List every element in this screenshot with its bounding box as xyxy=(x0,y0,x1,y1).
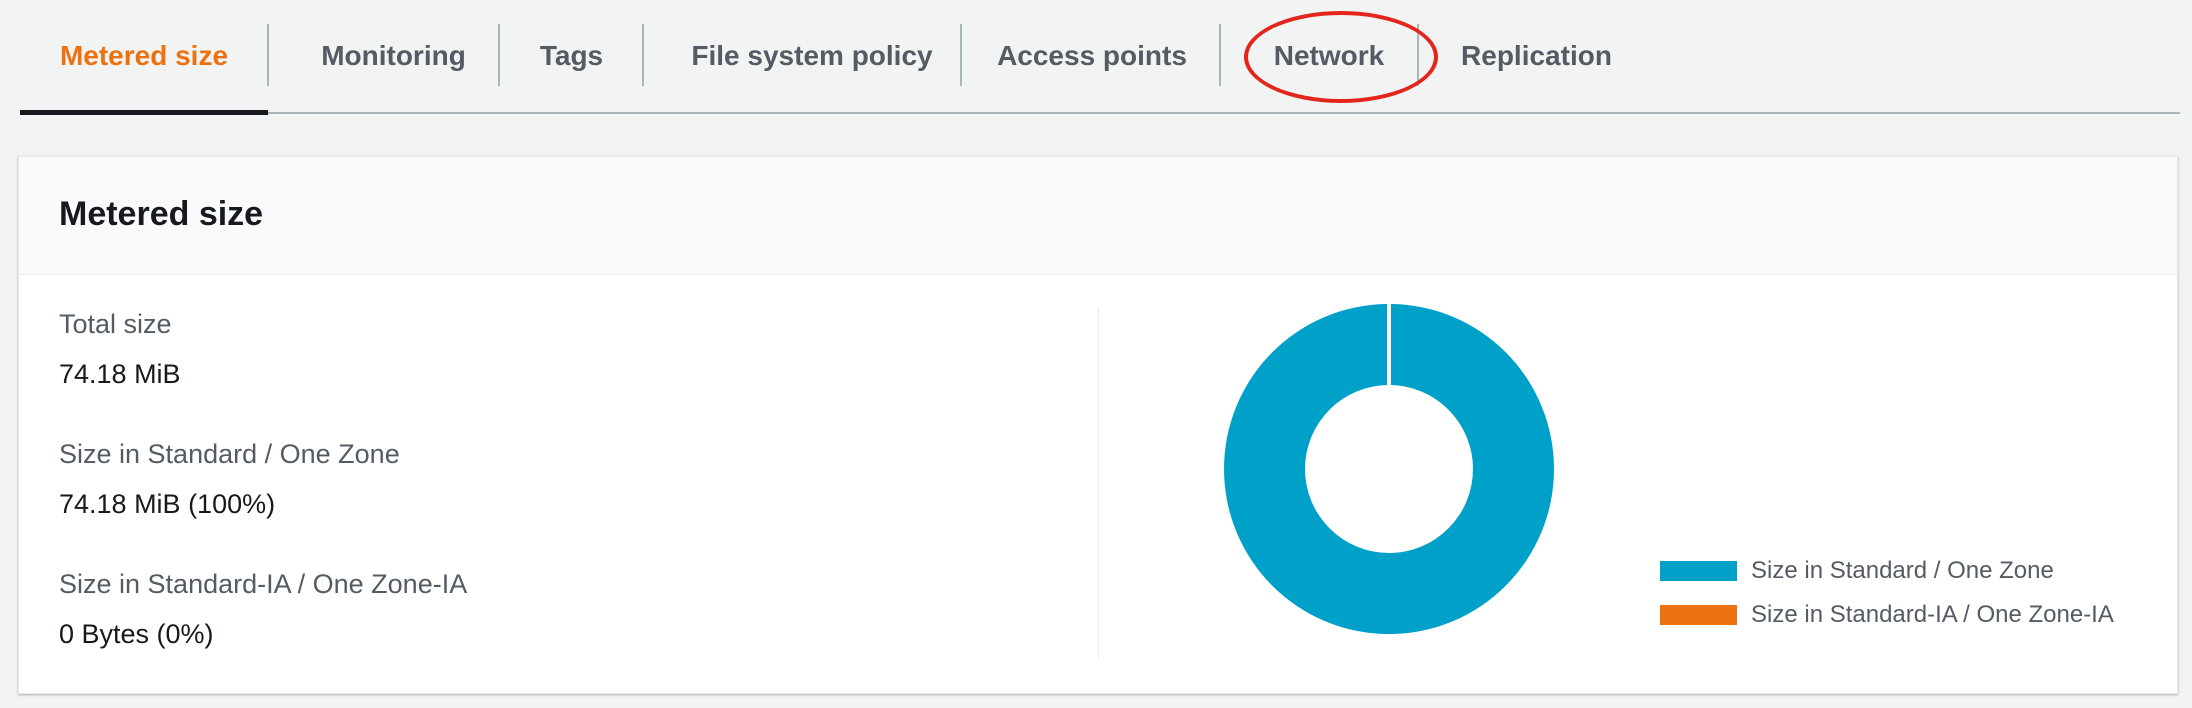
legend-item-standard: Size in Standard / One Zone xyxy=(1660,549,2114,593)
tab-replication[interactable]: Replication xyxy=(1419,0,1654,112)
panel-title: Metered size xyxy=(59,195,264,233)
tab-file-system-policy[interactable]: File system policy xyxy=(644,0,980,112)
column-divider xyxy=(1098,307,1099,659)
tab-tags[interactable]: Tags xyxy=(500,0,643,112)
tab-bar: Metered size Monitoring Tags File system… xyxy=(20,0,2180,115)
detail-total-size: Total size 74.18 MiB xyxy=(59,309,181,390)
tab-monitoring[interactable]: Monitoring xyxy=(269,0,518,112)
legend-swatch xyxy=(1660,561,1737,581)
annotation-ellipse xyxy=(1244,11,1438,103)
detail-key: Total size xyxy=(59,309,172,339)
detail-size-standard: Size in Standard / One Zone 74.18 MiB (1… xyxy=(59,439,400,520)
tab-access-points[interactable]: Access points xyxy=(962,0,1222,112)
detail-key: Size in Standard / One Zone xyxy=(59,439,400,469)
chart-legend: Size in Standard / One Zone Size in Stan… xyxy=(1660,549,2114,637)
legend-swatch xyxy=(1660,605,1737,625)
legend-label: Size in Standard-IA / One Zone-IA xyxy=(1751,601,2114,628)
donut-chart xyxy=(1224,304,1554,634)
detail-key: Size in Standard-IA / One Zone-IA xyxy=(59,569,468,599)
detail-value: 0 Bytes (0%) xyxy=(59,619,214,649)
metered-size-panel: Metered size Total size 74.18 MiB Size i… xyxy=(18,156,2178,694)
panel-header: Metered size xyxy=(19,157,2177,275)
detail-value: 74.18 MiB xyxy=(59,359,181,389)
legend-item-standard-ia: Size in Standard-IA / One Zone-IA xyxy=(1660,593,2114,637)
detail-size-standard-ia: Size in Standard-IA / One Zone-IA 0 Byte… xyxy=(59,569,467,650)
tab-metered-size[interactable]: Metered size xyxy=(20,0,268,115)
detail-value: 74.18 MiB (100%) xyxy=(59,489,276,519)
legend-label: Size in Standard / One Zone xyxy=(1751,557,2054,584)
